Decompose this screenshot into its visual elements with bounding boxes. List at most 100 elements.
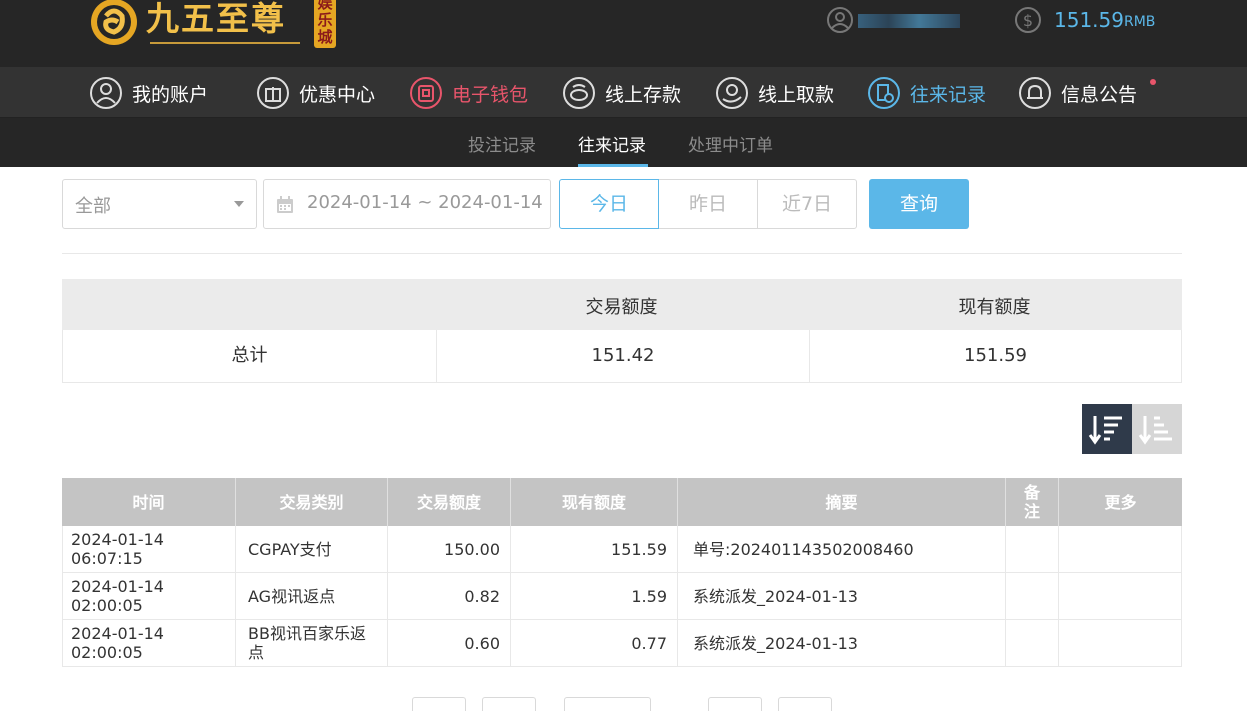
- balance-unit: RMB: [1124, 14, 1156, 30]
- cell-time: 2024-01-14 02:00:05: [71, 624, 164, 662]
- bell-icon: [1019, 77, 1051, 109]
- cell-amount: 150.00: [387, 526, 510, 572]
- sort-descending-icon: [1088, 416, 1122, 445]
- active-tab-indicator: [578, 164, 648, 167]
- cell-amount: 0.82: [387, 573, 510, 619]
- table-row: 2024-01-14 02:00:05 AG视讯返点 0.82 1.59 系统派…: [62, 573, 1182, 620]
- cell-time: 2024-01-14 06:07:15: [71, 530, 164, 568]
- dollar-coin-icon: $: [1015, 7, 1041, 33]
- summary-balance: 151.59: [809, 330, 1181, 382]
- cell-note: [1005, 620, 1058, 666]
- pagination-next-button[interactable]: [708, 697, 762, 711]
- cell-balance: 0.77: [510, 620, 677, 666]
- cell-more[interactable]: [1058, 620, 1181, 666]
- cell-type: CGPAY支付: [235, 526, 387, 572]
- sort-ascending-icon: [1138, 416, 1172, 445]
- nav-promotions[interactable]: 优惠中心: [255, 75, 375, 111]
- cell-summary: 单号:202401143502008460: [677, 526, 1005, 572]
- user-info[interactable]: [826, 6, 966, 36]
- sub-tabs: 投注记录 往来记录 处理中订单: [0, 118, 1247, 167]
- wallet-icon: [410, 77, 442, 109]
- header-more: 更多: [1058, 478, 1182, 526]
- nav-label: 信息公告: [1061, 83, 1138, 106]
- cell-amount: 0.60: [387, 620, 510, 666]
- summary-header-balance: 现有额度: [958, 297, 1031, 318]
- notification-dot: [1150, 79, 1156, 85]
- nav-transaction-records[interactable]: 往来记录: [866, 75, 986, 111]
- cell-summary: 系统派发_2024-01-13: [677, 620, 1005, 666]
- sort-descending-button[interactable]: [1082, 404, 1132, 454]
- balance-amount: 151.59: [1054, 8, 1124, 32]
- header-summary: 摘要: [677, 478, 1005, 526]
- summary-amount: 151.42: [436, 330, 809, 382]
- header-note: 备注: [1005, 478, 1058, 526]
- nav-e-wallet[interactable]: 电子钱包: [408, 75, 528, 111]
- category-select-value: 全部: [75, 196, 111, 217]
- top-bar: 九五至尊 娱乐城 $ 151.59 RMB: [0, 0, 1247, 67]
- pagination-page-input[interactable]: [564, 697, 651, 711]
- cell-more[interactable]: [1058, 526, 1181, 572]
- cell-balance: 151.59: [510, 526, 677, 572]
- table-row: 2024-01-14 06:07:15 CGPAY支付 150.00 151.5…: [62, 526, 1182, 573]
- today-button[interactable]: 今日: [559, 179, 659, 229]
- nav-my-account[interactable]: 我的账户: [88, 75, 208, 111]
- nav-label: 优惠中心: [299, 83, 376, 106]
- username-redacted: [858, 14, 960, 28]
- query-button[interactable]: 查询: [869, 179, 969, 229]
- logo-emblem-icon: [91, 0, 137, 45]
- nav-online-deposit[interactable]: 线上存款: [561, 75, 681, 111]
- cell-balance: 1.59: [510, 573, 677, 619]
- pagination-first-button[interactable]: [412, 697, 466, 711]
- nav-label: 我的账户: [132, 83, 209, 106]
- cell-summary: 系统派发_2024-01-13: [677, 573, 1005, 619]
- tab-transaction-records[interactable]: 往来记录: [578, 131, 646, 156]
- svg-text:$: $: [1023, 11, 1033, 30]
- sort-ascending-button[interactable]: [1132, 404, 1182, 454]
- nav-label: 线上存款: [605, 83, 682, 106]
- user-circle-icon: [90, 77, 122, 109]
- date-range-input[interactable]: 2024-01-14 ~ 2024-01-14: [263, 179, 551, 229]
- caret-down-icon: [234, 201, 244, 207]
- nav-label: 线上取款: [758, 83, 835, 106]
- tab-pending-orders[interactable]: 处理中订单: [688, 131, 773, 156]
- table-row: 2024-01-14 02:00:05 BB视讯百家乐返点 0.60 0.77 …: [62, 620, 1182, 667]
- yesterday-button[interactable]: 昨日: [658, 179, 758, 229]
- nav-label: 电子钱包: [452, 83, 529, 106]
- header-amount: 交易额度: [387, 478, 510, 526]
- logo-badge: 娱乐城: [314, 0, 336, 48]
- summary-row: 总计 151.42 151.59: [62, 330, 1182, 383]
- nav-announcements[interactable]: 信息公告: [1017, 75, 1137, 111]
- pagination-prev-button[interactable]: [482, 697, 536, 711]
- cell-note: [1005, 573, 1058, 619]
- nav-online-withdraw[interactable]: 线上取款: [714, 75, 834, 111]
- date-range-value: 2024-01-14 ~ 2024-01-14: [307, 192, 543, 213]
- quick-date-group: 今日 昨日 近7日: [559, 179, 857, 229]
- user-icon: [827, 7, 853, 33]
- cell-more[interactable]: [1058, 573, 1181, 619]
- header-type: 交易类别: [235, 478, 387, 526]
- summary-label: 总计: [231, 345, 268, 366]
- summary-header-amount: 交易额度: [585, 297, 658, 318]
- last-7-days-button[interactable]: 近7日: [757, 179, 857, 229]
- withdraw-icon: [716, 77, 748, 109]
- main-nav: 我的账户 优惠中心 电子钱包 线上存款 线上取款 往来记录 信息公告: [0, 67, 1247, 118]
- cell-type: AG视讯返点: [235, 573, 387, 619]
- pagination-last-button[interactable]: [778, 697, 832, 711]
- logo[interactable]: 九五至尊 娱乐城: [86, 0, 336, 52]
- record-icon: [868, 77, 900, 109]
- cell-time: 2024-01-14 02:00:05: [71, 577, 164, 615]
- header-balance: 现有额度: [510, 478, 677, 526]
- logo-text: 九五至尊: [146, 0, 286, 38]
- calendar-icon: [277, 196, 293, 213]
- tab-bet-records[interactable]: 投注记录: [468, 131, 536, 156]
- divider: [62, 253, 1182, 254]
- category-select[interactable]: 全部: [62, 179, 257, 229]
- nav-label: 往来记录: [910, 83, 987, 106]
- header-time: 时间: [132, 492, 165, 512]
- gift-icon: [257, 77, 289, 109]
- logo-underline: [150, 42, 300, 44]
- summary-header: 交易额度 现有额度: [62, 279, 1182, 330]
- cell-note: [1005, 526, 1058, 572]
- cell-type: BB视讯百家乐返点: [235, 620, 387, 666]
- deposit-icon: [563, 77, 595, 109]
